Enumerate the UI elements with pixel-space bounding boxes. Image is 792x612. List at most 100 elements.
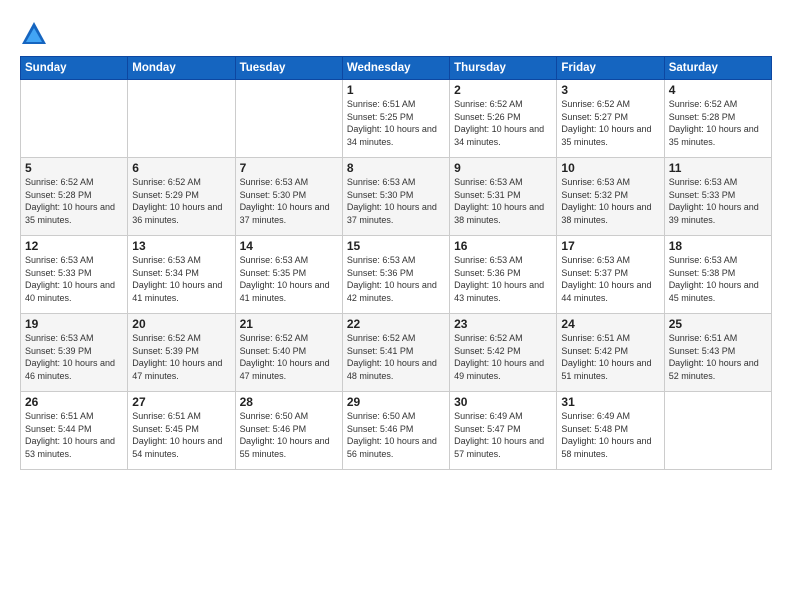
calendar-cell: 19Sunrise: 6:53 AM Sunset: 5:39 PM Dayli… (21, 314, 128, 392)
calendar-cell: 11Sunrise: 6:53 AM Sunset: 5:33 PM Dayli… (664, 158, 771, 236)
day-info: Sunrise: 6:51 AM Sunset: 5:42 PM Dayligh… (561, 332, 659, 382)
day-number: 13 (132, 239, 230, 253)
day-info: Sunrise: 6:53 AM Sunset: 5:32 PM Dayligh… (561, 176, 659, 226)
calendar-cell: 8Sunrise: 6:53 AM Sunset: 5:30 PM Daylig… (342, 158, 449, 236)
day-info: Sunrise: 6:53 AM Sunset: 5:31 PM Dayligh… (454, 176, 552, 226)
calendar-cell: 16Sunrise: 6:53 AM Sunset: 5:36 PM Dayli… (450, 236, 557, 314)
day-info: Sunrise: 6:52 AM Sunset: 5:28 PM Dayligh… (25, 176, 123, 226)
calendar-cell: 1Sunrise: 6:51 AM Sunset: 5:25 PM Daylig… (342, 80, 449, 158)
day-info: Sunrise: 6:53 AM Sunset: 5:33 PM Dayligh… (669, 176, 767, 226)
calendar-cell: 31Sunrise: 6:49 AM Sunset: 5:48 PM Dayli… (557, 392, 664, 470)
day-info: Sunrise: 6:52 AM Sunset: 5:39 PM Dayligh… (132, 332, 230, 382)
calendar-cell (21, 80, 128, 158)
day-number: 12 (25, 239, 123, 253)
day-info: Sunrise: 6:51 AM Sunset: 5:45 PM Dayligh… (132, 410, 230, 460)
calendar-cell: 25Sunrise: 6:51 AM Sunset: 5:43 PM Dayli… (664, 314, 771, 392)
week-row-4: 19Sunrise: 6:53 AM Sunset: 5:39 PM Dayli… (21, 314, 772, 392)
day-number: 24 (561, 317, 659, 331)
day-info: Sunrise: 6:52 AM Sunset: 5:41 PM Dayligh… (347, 332, 445, 382)
day-number: 31 (561, 395, 659, 409)
day-number: 15 (347, 239, 445, 253)
calendar-cell: 30Sunrise: 6:49 AM Sunset: 5:47 PM Dayli… (450, 392, 557, 470)
day-number: 21 (240, 317, 338, 331)
day-number: 5 (25, 161, 123, 175)
day-info: Sunrise: 6:52 AM Sunset: 5:26 PM Dayligh… (454, 98, 552, 148)
calendar-cell: 6Sunrise: 6:52 AM Sunset: 5:29 PM Daylig… (128, 158, 235, 236)
calendar-cell: 13Sunrise: 6:53 AM Sunset: 5:34 PM Dayli… (128, 236, 235, 314)
day-header-tuesday: Tuesday (235, 57, 342, 80)
calendar-cell: 17Sunrise: 6:53 AM Sunset: 5:37 PM Dayli… (557, 236, 664, 314)
day-info: Sunrise: 6:53 AM Sunset: 5:38 PM Dayligh… (669, 254, 767, 304)
day-number: 9 (454, 161, 552, 175)
calendar-cell: 14Sunrise: 6:53 AM Sunset: 5:35 PM Dayli… (235, 236, 342, 314)
calendar-cell: 3Sunrise: 6:52 AM Sunset: 5:27 PM Daylig… (557, 80, 664, 158)
day-info: Sunrise: 6:53 AM Sunset: 5:33 PM Dayligh… (25, 254, 123, 304)
header-row: SundayMondayTuesdayWednesdayThursdayFrid… (21, 57, 772, 80)
day-info: Sunrise: 6:53 AM Sunset: 5:37 PM Dayligh… (561, 254, 659, 304)
day-number: 10 (561, 161, 659, 175)
day-header-thursday: Thursday (450, 57, 557, 80)
day-info: Sunrise: 6:51 AM Sunset: 5:43 PM Dayligh… (669, 332, 767, 382)
day-info: Sunrise: 6:53 AM Sunset: 5:35 PM Dayligh… (240, 254, 338, 304)
day-info: Sunrise: 6:50 AM Sunset: 5:46 PM Dayligh… (240, 410, 338, 460)
day-number: 8 (347, 161, 445, 175)
week-row-5: 26Sunrise: 6:51 AM Sunset: 5:44 PM Dayli… (21, 392, 772, 470)
day-info: Sunrise: 6:52 AM Sunset: 5:27 PM Dayligh… (561, 98, 659, 148)
day-number: 22 (347, 317, 445, 331)
calendar-cell: 5Sunrise: 6:52 AM Sunset: 5:28 PM Daylig… (21, 158, 128, 236)
day-header-wednesday: Wednesday (342, 57, 449, 80)
day-number: 30 (454, 395, 552, 409)
day-number: 25 (669, 317, 767, 331)
day-number: 7 (240, 161, 338, 175)
day-header-monday: Monday (128, 57, 235, 80)
day-number: 20 (132, 317, 230, 331)
day-number: 4 (669, 83, 767, 97)
day-number: 26 (25, 395, 123, 409)
day-info: Sunrise: 6:53 AM Sunset: 5:36 PM Dayligh… (454, 254, 552, 304)
day-info: Sunrise: 6:52 AM Sunset: 5:42 PM Dayligh… (454, 332, 552, 382)
day-info: Sunrise: 6:51 AM Sunset: 5:44 PM Dayligh… (25, 410, 123, 460)
calendar-cell (235, 80, 342, 158)
day-info: Sunrise: 6:49 AM Sunset: 5:47 PM Dayligh… (454, 410, 552, 460)
calendar-cell: 22Sunrise: 6:52 AM Sunset: 5:41 PM Dayli… (342, 314, 449, 392)
calendar-cell: 29Sunrise: 6:50 AM Sunset: 5:46 PM Dayli… (342, 392, 449, 470)
calendar-table: SundayMondayTuesdayWednesdayThursdayFrid… (20, 56, 772, 470)
calendar-cell: 18Sunrise: 6:53 AM Sunset: 5:38 PM Dayli… (664, 236, 771, 314)
calendar-cell: 7Sunrise: 6:53 AM Sunset: 5:30 PM Daylig… (235, 158, 342, 236)
calendar-cell (664, 392, 771, 470)
day-number: 6 (132, 161, 230, 175)
day-info: Sunrise: 6:53 AM Sunset: 5:34 PM Dayligh… (132, 254, 230, 304)
day-number: 16 (454, 239, 552, 253)
calendar-cell: 26Sunrise: 6:51 AM Sunset: 5:44 PM Dayli… (21, 392, 128, 470)
day-info: Sunrise: 6:53 AM Sunset: 5:36 PM Dayligh… (347, 254, 445, 304)
calendar-container: SundayMondayTuesdayWednesdayThursdayFrid… (0, 0, 792, 480)
calendar-cell: 15Sunrise: 6:53 AM Sunset: 5:36 PM Dayli… (342, 236, 449, 314)
logo-icon (20, 20, 48, 48)
calendar-cell: 9Sunrise: 6:53 AM Sunset: 5:31 PM Daylig… (450, 158, 557, 236)
calendar-cell: 2Sunrise: 6:52 AM Sunset: 5:26 PM Daylig… (450, 80, 557, 158)
day-number: 18 (669, 239, 767, 253)
day-header-sunday: Sunday (21, 57, 128, 80)
week-row-1: 1Sunrise: 6:51 AM Sunset: 5:25 PM Daylig… (21, 80, 772, 158)
day-number: 1 (347, 83, 445, 97)
header (20, 16, 772, 48)
day-number: 17 (561, 239, 659, 253)
week-row-3: 12Sunrise: 6:53 AM Sunset: 5:33 PM Dayli… (21, 236, 772, 314)
day-number: 28 (240, 395, 338, 409)
day-header-friday: Friday (557, 57, 664, 80)
day-info: Sunrise: 6:52 AM Sunset: 5:40 PM Dayligh… (240, 332, 338, 382)
calendar-cell: 10Sunrise: 6:53 AM Sunset: 5:32 PM Dayli… (557, 158, 664, 236)
calendar-cell: 24Sunrise: 6:51 AM Sunset: 5:42 PM Dayli… (557, 314, 664, 392)
day-info: Sunrise: 6:49 AM Sunset: 5:48 PM Dayligh… (561, 410, 659, 460)
calendar-cell: 28Sunrise: 6:50 AM Sunset: 5:46 PM Dayli… (235, 392, 342, 470)
week-row-2: 5Sunrise: 6:52 AM Sunset: 5:28 PM Daylig… (21, 158, 772, 236)
day-number: 11 (669, 161, 767, 175)
day-header-saturday: Saturday (664, 57, 771, 80)
calendar-cell: 27Sunrise: 6:51 AM Sunset: 5:45 PM Dayli… (128, 392, 235, 470)
day-number: 2 (454, 83, 552, 97)
day-number: 14 (240, 239, 338, 253)
calendar-cell (128, 80, 235, 158)
day-number: 29 (347, 395, 445, 409)
day-number: 23 (454, 317, 552, 331)
calendar-cell: 12Sunrise: 6:53 AM Sunset: 5:33 PM Dayli… (21, 236, 128, 314)
